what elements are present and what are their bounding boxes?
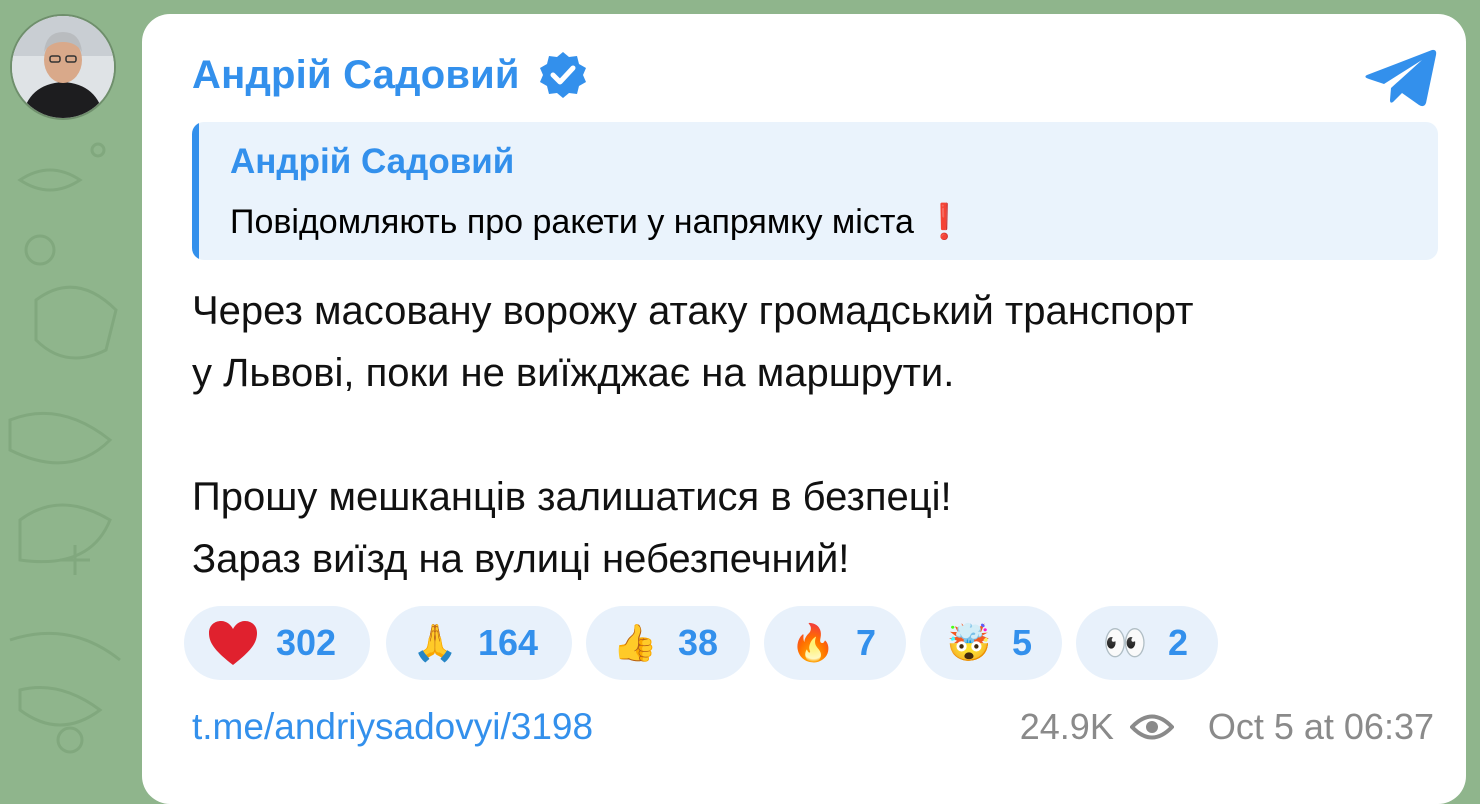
reply-quote[interactable]: Андрій Садовий Повідомляють про ракети у…: [192, 122, 1438, 260]
eyes-icon: 👀: [1102, 622, 1148, 663]
post-date: Oct 5 at 06:37: [1207, 706, 1434, 747]
verified-badge-icon: [539, 52, 586, 98]
heart-icon: [206, 619, 260, 667]
reaction-fire-button[interactable]: 🔥 7: [764, 606, 906, 680]
post-meta: 24.9K Oct 5 at 06:37: [1020, 706, 1434, 748]
message-text: Через масовану ворожу атаку громадський …: [192, 280, 1432, 590]
reaction-count: 2: [1168, 622, 1189, 663]
message-line: у Львові, поки не виїжджає на маршрути.: [192, 351, 955, 395]
view-count: 24.9K: [1019, 706, 1114, 747]
reaction-count: 7: [856, 622, 877, 663]
reaction-exploding-head-button[interactable]: 🤯 5: [920, 606, 1062, 680]
exploding-head-icon: 🤯: [946, 622, 992, 663]
pray-icon: 🙏: [412, 622, 458, 663]
fire-icon: 🔥: [790, 622, 836, 663]
reaction-thumbs-up-button[interactable]: 👍 38: [586, 606, 750, 680]
reaction-pray-button[interactable]: 🙏 164: [386, 606, 572, 680]
reaction-heart-button[interactable]: 302: [184, 606, 370, 680]
message-line: Зараз виїзд на вулиці небезпечний!: [192, 537, 850, 581]
reply-accent-bar: [192, 122, 199, 260]
reaction-eyes-button[interactable]: 👀 2: [1076, 606, 1218, 680]
reaction-count: 302: [276, 622, 337, 663]
channel-name[interactable]: Андрій Садовий: [192, 53, 520, 98]
telegram-logo-icon[interactable]: [1364, 48, 1438, 108]
exclamation-icon: ❗: [923, 203, 966, 241]
avatar-image: [12, 16, 114, 118]
message-line: Прошу мешканців залишатися в безпеці!: [192, 475, 952, 519]
reply-text-line: Повідомляють про ракети у напрямку міста…: [230, 202, 966, 242]
message-line: Через масовану ворожу атаку громадський …: [192, 289, 1194, 333]
channel-avatar[interactable]: [10, 14, 116, 120]
post-link[interactable]: t.me/andriysadovyi/3198: [192, 706, 593, 748]
reaction-count: 164: [478, 622, 539, 663]
message-card: Андрій Садовий Андрій Садовий Повідомляю…: [142, 14, 1466, 804]
eye-icon: [1129, 714, 1174, 740]
thumbs-up-icon: 👍: [612, 622, 658, 663]
reaction-count: 38: [678, 622, 719, 663]
reply-author: Андрій Садовий: [230, 142, 515, 181]
channel-header[interactable]: Андрій Садовий: [192, 50, 588, 100]
reply-text: Повідомляють про ракети у напрямку міста: [230, 203, 914, 241]
reaction-count: 5: [1012, 622, 1033, 663]
